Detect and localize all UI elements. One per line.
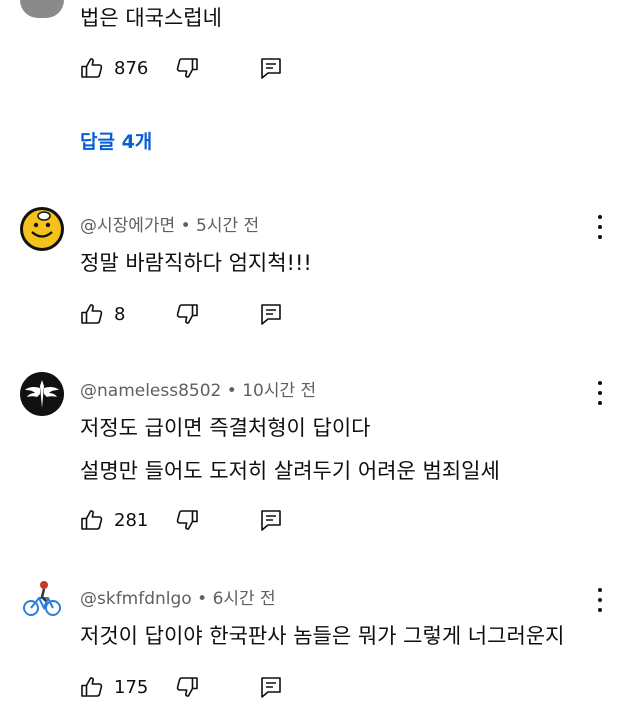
author-handle[interactable]: @nameless8502 bbox=[80, 381, 221, 401]
thumbs-up-icon bbox=[81, 304, 103, 324]
thumbs-down-icon bbox=[176, 304, 198, 324]
dislike-button[interactable] bbox=[175, 56, 199, 80]
thumbs-down-icon bbox=[176, 510, 198, 530]
more-options-button[interactable] bbox=[590, 379, 610, 407]
reply-button[interactable] bbox=[259, 508, 283, 532]
more-vert-icon bbox=[598, 381, 602, 385]
comment-text: 정말 바람직하다 엄지척!!! bbox=[80, 251, 312, 275]
winged-emblem-avatar-icon bbox=[20, 372, 64, 416]
replies-toggle[interactable]: 답글 4개 bbox=[80, 127, 152, 154]
smiley-avatar-icon bbox=[21, 208, 63, 250]
thumbs-down-icon bbox=[176, 677, 198, 697]
more-options-button[interactable] bbox=[590, 213, 610, 241]
like-count: 281 bbox=[114, 509, 149, 531]
author-handle[interactable]: @시장에가면 bbox=[80, 216, 175, 236]
author-handle[interactable]: @skfmfdnlgo bbox=[80, 589, 192, 609]
like-count: 876 bbox=[114, 57, 149, 79]
like-button[interactable]: 8 bbox=[80, 302, 125, 326]
comment-meta: @nameless8502 • 10시간 전 bbox=[80, 376, 316, 401]
cyclist-avatar-icon bbox=[23, 581, 61, 616]
dislike-button[interactable] bbox=[175, 508, 199, 532]
reply-icon bbox=[261, 58, 281, 79]
like-button[interactable]: 876 bbox=[80, 56, 148, 80]
dislike-button[interactable] bbox=[175, 675, 199, 699]
comment-text-line: 설명만 들어도 도저히 살려두기 어려운 범죄일세 bbox=[80, 459, 500, 483]
like-button[interactable]: 175 bbox=[80, 675, 148, 699]
comment-text: 저것이 답이야 한국판사 놈들은 뭐가 그렇게 너그러운지 bbox=[80, 624, 565, 648]
meta-separator: • bbox=[197, 589, 208, 609]
reply-button[interactable] bbox=[259, 56, 283, 80]
more-options-button[interactable] bbox=[590, 586, 610, 614]
meta-separator: • bbox=[180, 216, 191, 236]
comment-time: 5시간 전 bbox=[196, 216, 260, 236]
comment-meta: @skfmfdnlgo • 6시간 전 bbox=[80, 584, 276, 609]
comment-text: 법은 대국스럽네 bbox=[80, 6, 222, 30]
avatar[interactable] bbox=[20, 207, 64, 251]
reply-icon bbox=[261, 677, 281, 698]
reply-button[interactable] bbox=[259, 302, 283, 326]
avatar[interactable] bbox=[20, 372, 64, 416]
comment-time: 10시간 전 bbox=[242, 381, 317, 401]
like-count: 175 bbox=[114, 676, 149, 698]
reply-button[interactable] bbox=[259, 675, 283, 699]
thumbs-up-icon bbox=[81, 510, 103, 530]
more-vert-icon bbox=[598, 215, 602, 219]
avatar[interactable] bbox=[20, 577, 64, 621]
thumbs-up-icon bbox=[81, 677, 103, 697]
thumbs-down-icon bbox=[176, 58, 198, 78]
reply-icon bbox=[261, 304, 281, 325]
reply-icon bbox=[261, 510, 281, 531]
more-vert-icon bbox=[598, 588, 602, 592]
comment-time: 6시간 전 bbox=[212, 589, 276, 609]
meta-separator: • bbox=[226, 381, 237, 401]
comment-text-line: 저정도 급이면 즉결처형이 답이다 bbox=[80, 416, 371, 440]
thumbs-up-icon bbox=[81, 58, 103, 78]
dislike-button[interactable] bbox=[175, 302, 199, 326]
like-button[interactable]: 281 bbox=[80, 508, 148, 532]
comment-meta: @시장에가면 • 5시간 전 bbox=[80, 211, 259, 236]
like-count: 8 bbox=[114, 303, 126, 325]
avatar[interactable] bbox=[20, 0, 64, 18]
